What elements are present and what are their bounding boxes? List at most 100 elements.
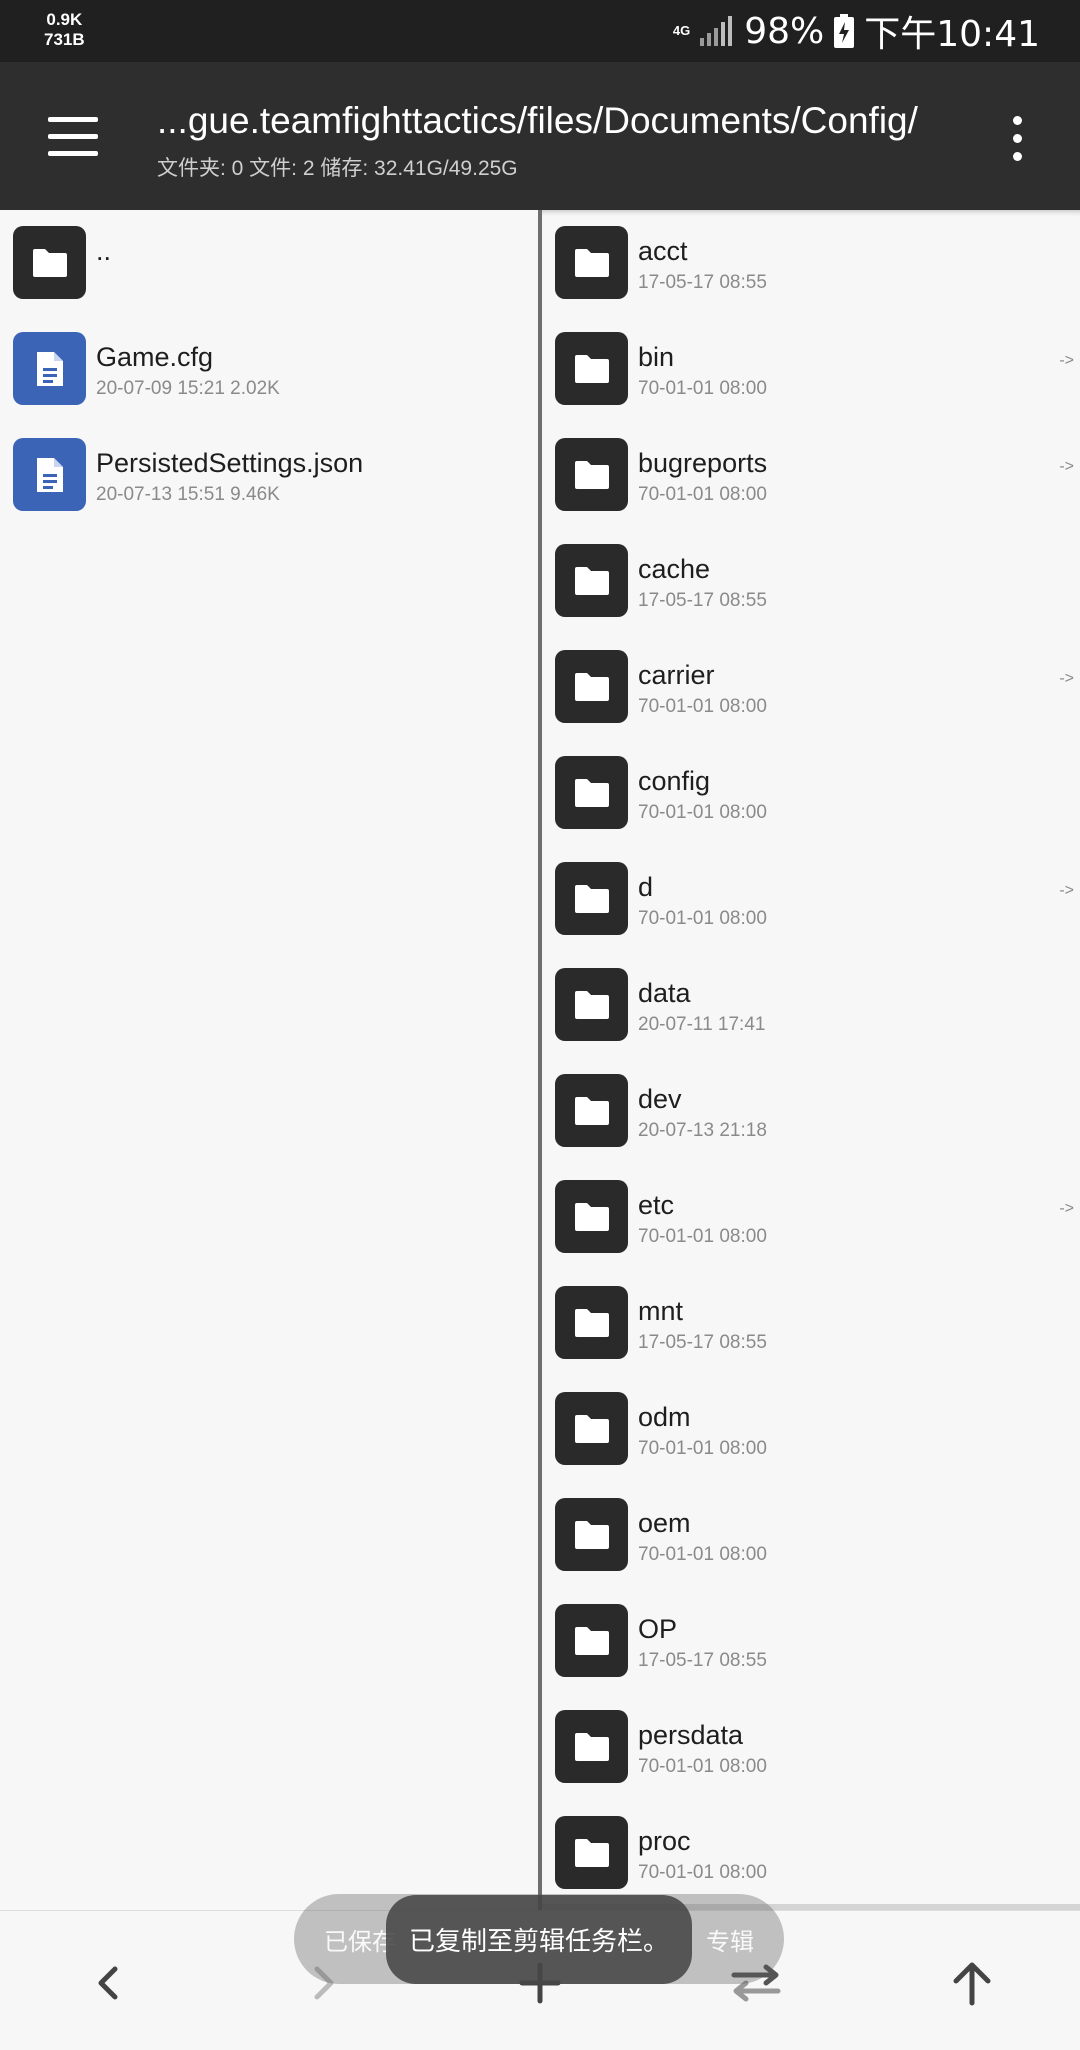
- list-item-name: Game.cfg: [96, 342, 214, 372]
- folder-icon: [555, 756, 628, 829]
- signal-icon: [700, 16, 733, 46]
- list-item-meta: 17-05-17 08:55: [638, 590, 767, 611]
- symlink-indicator: ->: [1059, 1200, 1074, 1217]
- document-icon: [13, 438, 86, 511]
- symlink-indicator: ->: [1059, 670, 1074, 687]
- list-item[interactable]: Game.cfg 20-07-09 15:21 2.02K: [0, 316, 540, 422]
- folder-row-carrier[interactable]: carrier 70-01-01 08:00 ->: [542, 634, 1080, 740]
- folder-row-etc[interactable]: etc 70-01-01 08:00 ->: [542, 1164, 1080, 1270]
- symlink-indicator: ->: [1059, 882, 1074, 899]
- battery-charging-icon: [834, 14, 855, 48]
- list-item-name: bin: [638, 342, 675, 372]
- list-item-name: bugreports: [638, 448, 768, 478]
- list-item-meta: 20-07-09 15:21 2.02K: [96, 378, 280, 399]
- folder-icon: [555, 1816, 628, 1889]
- network-type-icon: 4G: [672, 23, 691, 38]
- upload-speed: 0.9K: [46, 10, 83, 29]
- network-speed: 0.9K 731B: [44, 10, 85, 50]
- folder-icon: [13, 226, 86, 299]
- toolbar: ...gue.teamfighttactics/files/Documents/…: [0, 62, 1080, 210]
- list-item-meta: 17-05-17 08:55: [638, 1332, 767, 1353]
- back-arrow-icon[interactable]: [78, 1953, 138, 2013]
- list-item-name: OP: [638, 1614, 678, 1644]
- folder-row-config[interactable]: config 70-01-01 08:00: [542, 740, 1080, 846]
- folder-row-op[interactable]: OP 17-05-17 08:55: [542, 1588, 1080, 1694]
- list-item-name: config: [638, 766, 711, 796]
- folder-row-proc[interactable]: proc 70-01-01 08:00: [542, 1800, 1080, 1906]
- list-item-meta: 70-01-01 08:00: [638, 696, 767, 717]
- list-item-name: data: [638, 978, 691, 1008]
- list-item-name: ..: [96, 236, 112, 266]
- list-item-meta: 70-01-01 08:00: [638, 1226, 767, 1247]
- list-item-name: cache: [638, 554, 711, 584]
- list-item-name: proc: [638, 1826, 691, 1856]
- folder-row-acct[interactable]: acct 17-05-17 08:55: [542, 210, 1080, 316]
- list-item-meta: 70-01-01 08:00: [638, 802, 767, 823]
- list-item-name: carrier: [638, 660, 715, 690]
- folder-row-data[interactable]: data 20-07-11 17:41: [542, 952, 1080, 1058]
- list-item-meta: 20-07-11 17:41: [638, 1014, 766, 1035]
- list-item-name: oem: [638, 1508, 691, 1538]
- battery-percent: 98%: [744, 10, 825, 52]
- document-icon: [13, 332, 86, 405]
- current-path: ...gue.teamfighttactics/files/Documents/…: [157, 100, 918, 141]
- folder-row-persdata[interactable]: persdata 70-01-01 08:00: [542, 1694, 1080, 1800]
- folder-row-bugreports[interactable]: bugreports 70-01-01 08:00 ->: [542, 422, 1080, 528]
- path-stats: 文件夹: 0 文件: 2 储存: 32.41G/49.25G: [157, 157, 518, 180]
- list-item-meta: 20-07-13 21:18: [638, 1120, 767, 1141]
- parent-folder-row[interactable]: ..: [0, 210, 540, 316]
- folder-icon: [555, 1498, 628, 1571]
- up-arrow-icon[interactable]: [942, 1953, 1002, 2013]
- list-item[interactable]: PersistedSettings.json 20-07-13 15:51 9.…: [0, 422, 540, 528]
- list-item-name: odm: [638, 1402, 691, 1432]
- list-item-name: acct: [638, 236, 688, 266]
- list-item-meta: 17-05-17 08:55: [638, 272, 767, 293]
- clock: 下午10:41: [864, 14, 1040, 55]
- folder-icon: [555, 438, 628, 511]
- folder-row-mnt[interactable]: mnt 17-05-17 08:55: [542, 1270, 1080, 1376]
- folder-icon: [555, 544, 628, 617]
- list-item-meta: 70-01-01 08:00: [638, 1438, 767, 1459]
- folder-icon: [555, 1392, 628, 1465]
- list-item-name: PersistedSettings.json: [96, 448, 364, 478]
- folder-icon: [555, 332, 628, 405]
- folder-icon: [555, 226, 628, 299]
- status-icons: 4G 98% 下午10:41: [672, 8, 1040, 56]
- folder-icon: [555, 862, 628, 935]
- list-item-meta: 70-01-01 08:00: [638, 1862, 767, 1883]
- folder-icon: [555, 968, 628, 1041]
- list-item-meta: 20-07-13 15:51 9.46K: [96, 484, 280, 505]
- list-item-meta: 70-01-01 08:00: [638, 378, 767, 399]
- toast-message: 已复制至剪辑任务栏。: [386, 1895, 692, 1984]
- list-item-name: mnt: [638, 1296, 684, 1326]
- folder-icon: [555, 1074, 628, 1147]
- list-item-meta: 70-01-01 08:00: [638, 1544, 767, 1565]
- list-item-meta: 70-01-01 08:00: [638, 484, 767, 505]
- left-file-pane: .. Game.cfg 20-07-09 15:21 2.02K Persist…: [0, 210, 540, 1910]
- folder-icon: [555, 1604, 628, 1677]
- folder-row-d[interactable]: d 70-01-01 08:00 ->: [542, 846, 1080, 952]
- list-item-name: etc: [638, 1190, 675, 1220]
- list-item-name: dev: [638, 1084, 682, 1114]
- folder-icon: [555, 1180, 628, 1253]
- list-item-meta: 70-01-01 08:00: [638, 1756, 767, 1777]
- list-item-meta: 70-01-01 08:00: [638, 908, 767, 929]
- list-item-meta: 17-05-17 08:55: [638, 1650, 767, 1671]
- folder-row-dev[interactable]: dev 20-07-13 21:18: [542, 1058, 1080, 1164]
- folder-icon: [555, 1286, 628, 1359]
- folder-icon: [555, 1710, 628, 1783]
- folder-row-odm[interactable]: odm 70-01-01 08:00: [542, 1376, 1080, 1482]
- folder-row-oem[interactable]: oem 70-01-01 08:00: [542, 1482, 1080, 1588]
- folder-icon: [555, 650, 628, 723]
- download-speed: 731B: [44, 30, 85, 49]
- hamburger-menu-icon[interactable]: [48, 117, 98, 157]
- more-vertical-icon[interactable]: [1003, 114, 1031, 164]
- folder-row-cache[interactable]: cache 17-05-17 08:55: [542, 528, 1080, 634]
- list-item-name: d: [638, 872, 654, 902]
- toast-background-right: 专辑: [706, 1928, 754, 1956]
- symlink-indicator: ->: [1059, 458, 1074, 475]
- list-item-name: persdata: [638, 1720, 744, 1750]
- status-bar: 0.9K 731B 4G 98% 下午10:41: [0, 0, 1080, 62]
- right-file-pane[interactable]: acct 17-05-17 08:55 bin 70-01-01 08:00 -> bug…: [542, 210, 1080, 1910]
- folder-row-bin[interactable]: bin 70-01-01 08:00 ->: [542, 316, 1080, 422]
